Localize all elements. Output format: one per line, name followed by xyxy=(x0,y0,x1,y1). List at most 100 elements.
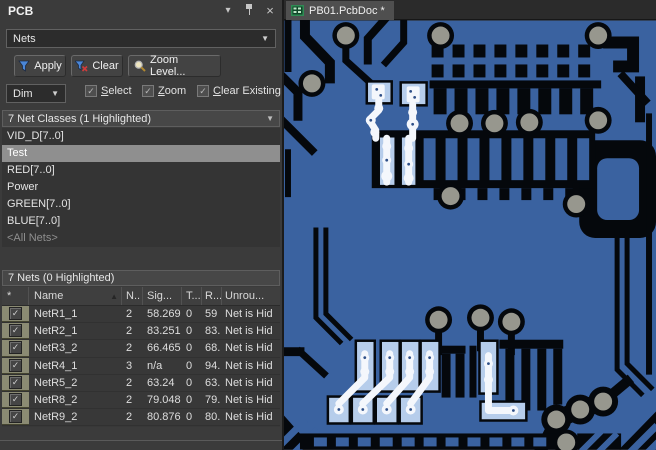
signal-length-cell: 80.876 xyxy=(147,411,181,424)
option-checkbox-group[interactable]: ✓ Select xyxy=(85,85,132,97)
net-class-item[interactable]: Test xyxy=(2,145,280,162)
net-class-item[interactable]: Power xyxy=(2,179,280,196)
col-header-enabled[interactable]: * xyxy=(2,287,29,305)
net-visible-checkbox[interactable]: ✓ xyxy=(9,324,22,338)
net-visible-checkbox[interactable]: ✓ xyxy=(9,307,22,321)
net-class-item[interactable]: <All Nets> xyxy=(2,230,280,247)
col-header-name[interactable]: Name ▲ xyxy=(29,287,122,305)
net-visible-checkbox[interactable]: ✓ xyxy=(9,375,22,389)
net-visible-checkbox[interactable]: ✓ xyxy=(9,410,22,424)
document-tab-label: PB01.PcbDoc * xyxy=(309,4,385,17)
chevron-down-icon: ▼ xyxy=(51,89,59,98)
dim-value: Dim xyxy=(13,87,33,100)
net-class-item[interactable]: VID_D[7..0] xyxy=(2,128,280,145)
pcb-panel: PCB ▾ × Nets ▼ Apply Clear Zoom Level...… xyxy=(0,0,282,450)
table-row[interactable]: ✓ NetR5_2 2 63.24 0 63. Net is Hid xyxy=(2,374,280,392)
zoom-level-button[interactable]: Zoom Level... xyxy=(128,54,221,78)
clear-funnel-icon xyxy=(75,60,88,72)
unrouted-cell: Net is Hid xyxy=(225,376,273,389)
panel-mode-dropdown[interactable]: Nets ▼ xyxy=(6,29,276,48)
col-header-unrouted[interactable]: Unrou... xyxy=(222,287,280,305)
net-name-cell: NetR3_2 xyxy=(34,342,78,355)
net-class-item[interactable]: GREEN[7..0] xyxy=(2,196,280,213)
signal-length-cell: n/a xyxy=(147,359,163,372)
table-row[interactable]: ✓ NetR2_1 2 83.251 0 83. Net is Hid xyxy=(2,323,280,341)
net-enabled-cell: ✓ xyxy=(2,306,29,323)
apply-funnel-icon xyxy=(18,60,31,72)
unrouted-cell: Net is Hid xyxy=(225,411,273,424)
net-enabled-cell: ✓ xyxy=(2,409,29,426)
routed-cell: 59 xyxy=(205,308,218,321)
t-cell: 0 xyxy=(186,376,193,389)
routed-cell: 80. xyxy=(205,411,221,424)
option-checkbox-group[interactable]: ✓ Zoom xyxy=(142,85,186,97)
panel-footer-divider xyxy=(0,440,282,441)
node-count-cell: 2 xyxy=(126,325,133,338)
chevron-down-icon: ▼ xyxy=(266,114,274,123)
panel-mode-value: Nets xyxy=(13,32,36,45)
unrouted-cell: Net is Hid xyxy=(225,325,273,338)
net-enabled-cell: ✓ xyxy=(2,357,29,374)
col-header-routed[interactable]: R... xyxy=(202,287,222,305)
net-class-list: VID_D[7..0] Test RED[7..0] Power GREEN[7..0]… xyxy=(2,128,280,247)
document-tabbar: PB01.PcbDoc * xyxy=(284,0,656,20)
net-name-cell: NetR9_2 xyxy=(34,411,78,424)
t-cell: 0 xyxy=(186,394,193,407)
option-checkbox-group[interactable]: ✓ Clear Existing xyxy=(197,85,281,97)
table-row[interactable]: ✓ NetR3_2 2 66.465 0 68. Net is Hid xyxy=(2,340,280,358)
magnifier-icon xyxy=(134,60,146,72)
net-name-cell: NetR2_1 xyxy=(34,325,78,338)
net-classes-header[interactable]: 7 Net Classes (1 Highlighted) ▼ xyxy=(2,110,280,127)
nets-table-body: ✓ NetR1_1 2 58.269 0 59 Net is Hid ✓ NetR2_1 2 83.… xyxy=(2,306,280,427)
table-row[interactable]: ✓ NetR4_1 3 n/a 0 94. Net is Hid xyxy=(2,357,280,375)
document-tab[interactable]: PB01.PcbDoc * xyxy=(286,1,394,20)
checkbox[interactable]: ✓ xyxy=(85,85,97,97)
panel-header: PCB ▾ × xyxy=(0,0,282,22)
net-name-cell: NetR5_2 xyxy=(34,376,78,389)
routed-cell: 94. xyxy=(205,359,221,372)
t-cell: 0 xyxy=(186,342,193,355)
net-enabled-cell: ✓ xyxy=(2,340,29,357)
net-name-cell: NetR1_1 xyxy=(34,308,78,321)
panel-title: PCB xyxy=(8,4,34,18)
pin-icon[interactable] xyxy=(243,4,255,16)
unrouted-cell: Net is Hid xyxy=(225,394,273,407)
node-count-cell: 2 xyxy=(126,342,133,355)
pcb-canvas[interactable]: .kf{fill:#05080c;} .k{stroke:#05080c;fil… xyxy=(284,20,656,450)
net-enabled-cell: ✓ xyxy=(2,323,29,340)
table-row[interactable]: ✓ NetR9_2 2 80.876 0 80. Net is Hid xyxy=(2,409,280,427)
net-visible-checkbox[interactable]: ✓ xyxy=(9,341,22,355)
col-header-t[interactable]: T... xyxy=(182,287,202,305)
net-enabled-cell: ✓ xyxy=(2,391,29,409)
checkbox[interactable]: ✓ xyxy=(142,85,154,97)
t-cell: 0 xyxy=(186,308,193,321)
dim-dropdown[interactable]: Dim ▼ xyxy=(6,84,66,103)
signal-length-cell: 58.269 xyxy=(147,308,181,321)
unrouted-cell: Net is Hid xyxy=(225,359,273,372)
col-header-signal[interactable]: Sig... xyxy=(143,287,182,305)
clear-button[interactable]: Clear xyxy=(71,55,123,77)
node-count-cell: 2 xyxy=(126,308,133,321)
net-visible-checkbox[interactable]: ✓ xyxy=(9,358,22,372)
table-row[interactable]: ✓ NetR1_1 2 58.269 0 59 Net is Hid xyxy=(2,306,280,324)
chevron-down-icon: ▼ xyxy=(261,34,269,43)
node-count-cell: 3 xyxy=(126,359,133,372)
checkbox[interactable]: ✓ xyxy=(197,85,209,97)
net-name-cell: NetR4_1 xyxy=(34,359,78,372)
net-class-item[interactable]: BLUE[7..0] xyxy=(2,213,280,230)
signal-length-cell: 83.251 xyxy=(147,325,181,338)
unrouted-cell: Net is Hid xyxy=(225,342,273,355)
table-row[interactable]: ✓ NetR8_2 2 79.048 0 79. Net is Hid xyxy=(2,391,280,410)
editor-area: PB01.PcbDoc * .kf{fill:#05080c;} .k{stro… xyxy=(284,0,656,450)
close-icon[interactable]: × xyxy=(264,3,276,18)
panel-menu-icon[interactable]: ▾ xyxy=(222,4,234,16)
t-cell: 0 xyxy=(186,325,193,338)
sort-ascending-icon: ▲ xyxy=(110,291,118,301)
apply-button[interactable]: Apply xyxy=(14,55,66,77)
checkbox-label: Select xyxy=(101,85,132,97)
routed-cell: 68. xyxy=(205,342,221,355)
col-header-nodes[interactable]: N.. xyxy=(122,287,143,305)
net-class-item[interactable]: RED[7..0] xyxy=(2,162,280,179)
net-visible-checkbox[interactable]: ✓ xyxy=(9,393,22,407)
nets-header: 7 Nets (0 Highlighted) xyxy=(2,270,280,286)
